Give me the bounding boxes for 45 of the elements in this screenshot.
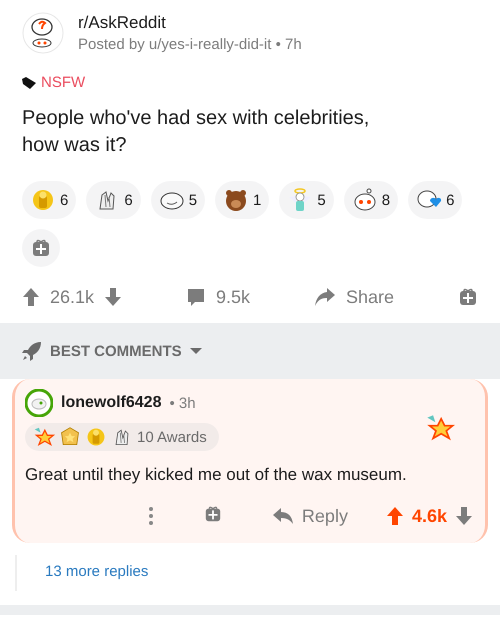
gift-icon[interactable] — [458, 287, 478, 307]
upvote-icon[interactable] — [386, 506, 404, 526]
post-title: People who've had sex with celebrities, how was it? — [22, 106, 370, 158]
award-icon — [59, 426, 81, 448]
award-chip[interactable]: 6 — [22, 181, 76, 219]
comments-button[interactable]: 9.5k — [186, 286, 250, 308]
vote-score: 26.1k — [50, 286, 94, 308]
comment-text: Great until they kicked me out of the wax museum. — [25, 465, 408, 485]
subreddit-name[interactable]: r/AskReddit — [78, 13, 302, 33]
award-chip[interactable]: 1 — [215, 181, 270, 219]
award-icon — [33, 426, 55, 448]
nsfw-flair: NSFW — [41, 74, 86, 91]
more-replies-link[interactable]: 13 more replies — [45, 563, 148, 580]
post-byline: Posted by u/yes-i-really-did-it • 7h — [78, 36, 302, 53]
more-options-icon[interactable] — [148, 506, 154, 526]
caret-icon — [190, 347, 202, 355]
user-avatar-icon[interactable] — [25, 389, 53, 417]
star-award-icon — [425, 413, 455, 443]
award-chip[interactable]: 5 — [150, 181, 206, 219]
reply-button[interactable]: Reply — [272, 506, 348, 526]
award-icon — [287, 187, 314, 213]
comment-icon — [186, 287, 206, 307]
tag-icon — [22, 76, 37, 88]
award-chip[interactable]: 6 — [86, 181, 141, 219]
award-icon — [85, 426, 107, 448]
share-button[interactable]: Share — [314, 286, 394, 308]
comment-author[interactable]: lonewolf6428 — [61, 394, 162, 412]
rocket-icon — [22, 341, 42, 361]
reply-icon — [272, 507, 294, 525]
downvote-icon[interactable] — [455, 506, 473, 526]
sort-dropdown[interactable]: BEST COMMENTS — [50, 342, 202, 360]
vote-score: 4.6k — [412, 506, 447, 526]
gift-icon[interactable] — [31, 238, 51, 258]
comment-age: • 3h — [169, 394, 196, 412]
give-award-button[interactable] — [22, 229, 60, 267]
award-chip[interactable]: 8 — [344, 181, 398, 219]
upvote-icon[interactable] — [22, 287, 40, 307]
award-chip[interactable]: 5 — [279, 181, 334, 219]
share-icon — [314, 287, 336, 307]
award-icon — [352, 187, 378, 213]
award-icon — [30, 187, 56, 213]
award-chip[interactable]: 6 — [408, 181, 462, 219]
downvote-icon[interactable] — [104, 287, 122, 307]
subreddit-avatar-icon[interactable] — [22, 12, 64, 54]
gift-icon[interactable] — [204, 504, 222, 522]
